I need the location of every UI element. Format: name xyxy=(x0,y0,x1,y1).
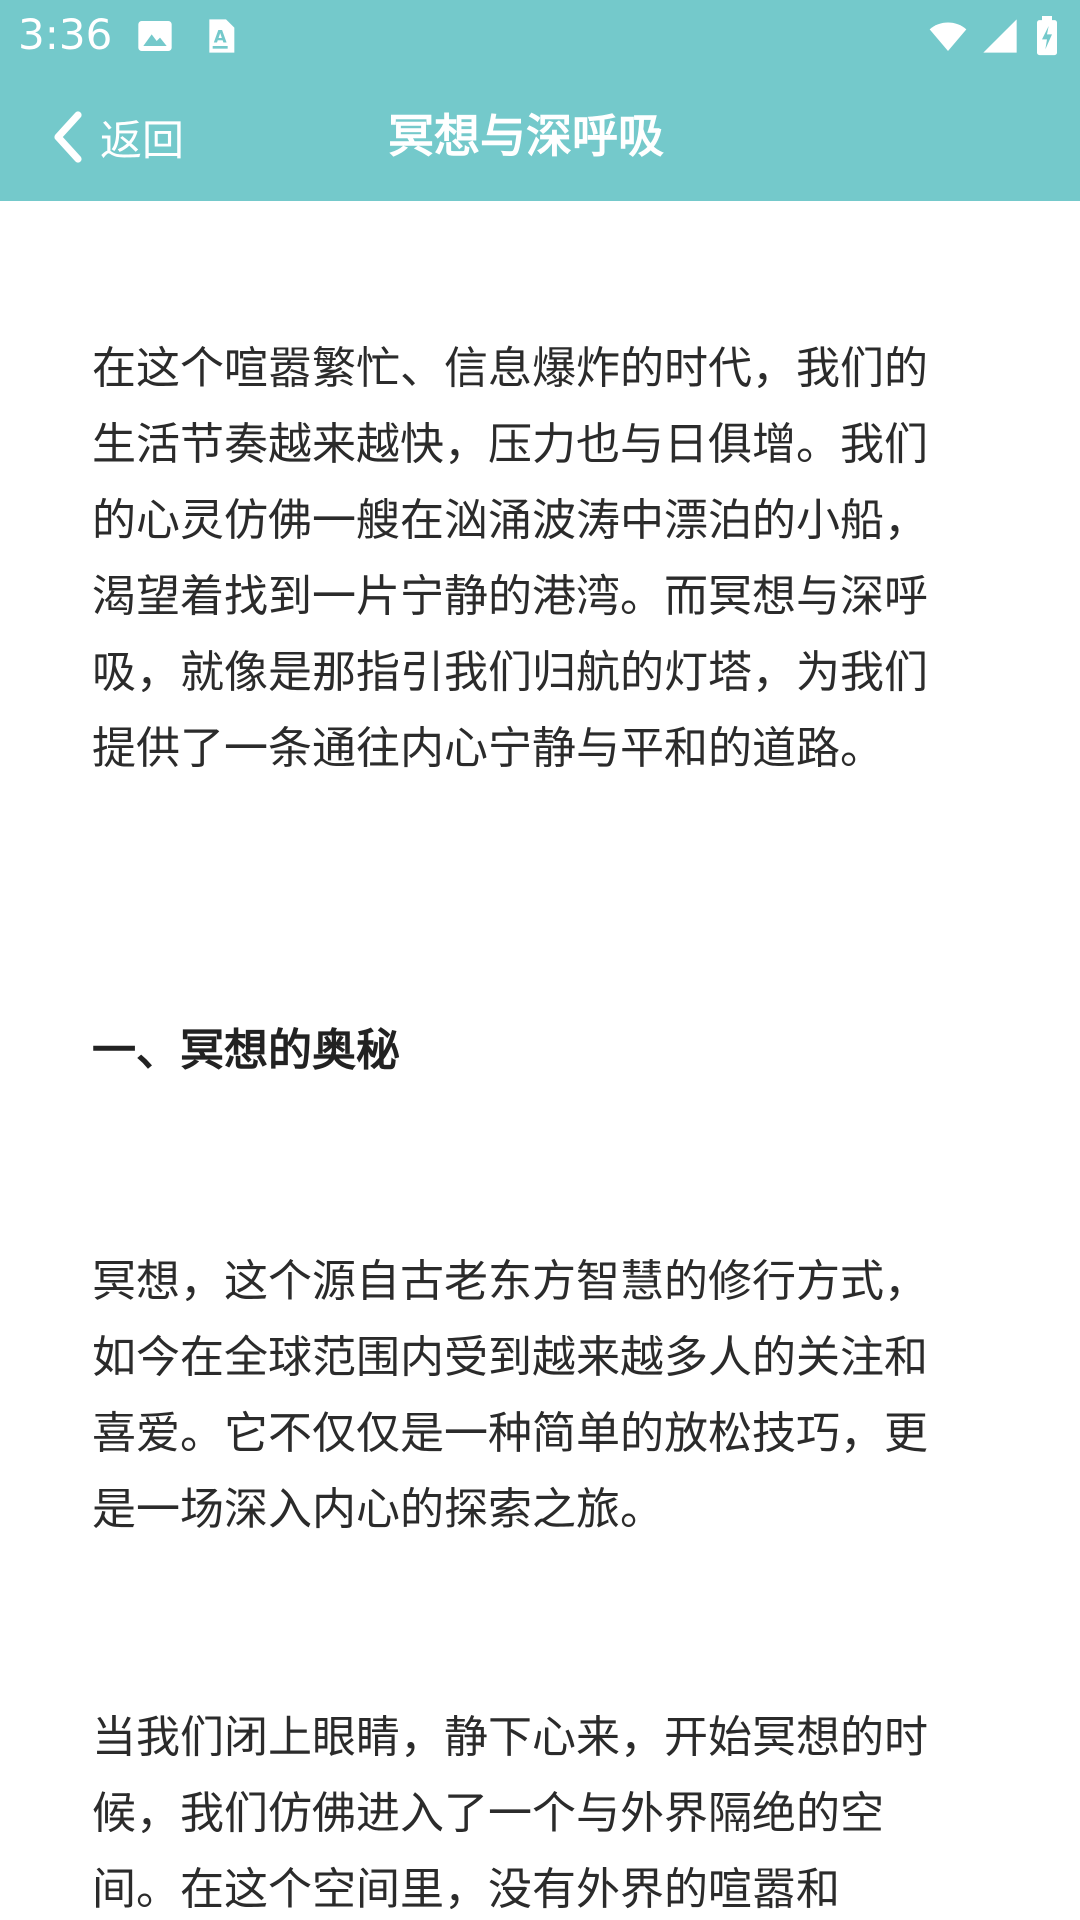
article-paragraph: 在这个喧嚣繁忙、信息爆炸的时代，我们的生活节奏越来越快，压力也与日俱增。我们的心… xyxy=(92,343,928,774)
back-label: 返回 xyxy=(100,115,185,165)
article-paragraph: 当我们闭上眼睛，静下心来，开始冥想的时候，我们仿佛进入了一个与外界隔绝的空间。在… xyxy=(92,1712,928,1915)
image-icon xyxy=(135,16,175,56)
article-paragraph: 冥想，这个源自古老东方智慧的修行方式，如今在全球范围内受到越来越多人的关注和喜爱… xyxy=(92,1256,928,1535)
top-bar: 3:36 A 返回 冥想与深呼吸 xyxy=(0,0,1080,201)
section-heading: 一、冥想的奥秘 xyxy=(92,1025,400,1076)
wifi-icon xyxy=(925,16,971,56)
back-button[interactable]: 返回 xyxy=(48,98,184,176)
chevron-left-icon xyxy=(48,109,88,165)
screen: 3:36 A 返回 冥想与深呼吸 在这个喧嚣繁忙、信息爆炸的时代，我们的生活节奏… xyxy=(0,0,1080,1920)
battery-charging-icon xyxy=(1032,16,1062,56)
svg-text:A: A xyxy=(214,28,227,47)
text-a-icon: A xyxy=(201,16,241,56)
signal-icon xyxy=(980,16,1020,56)
status-time: 3:36 xyxy=(18,10,113,59)
status-bar: 3:36 A xyxy=(0,0,1080,72)
app-bar: 返回 冥想与深呼吸 xyxy=(0,72,1080,201)
